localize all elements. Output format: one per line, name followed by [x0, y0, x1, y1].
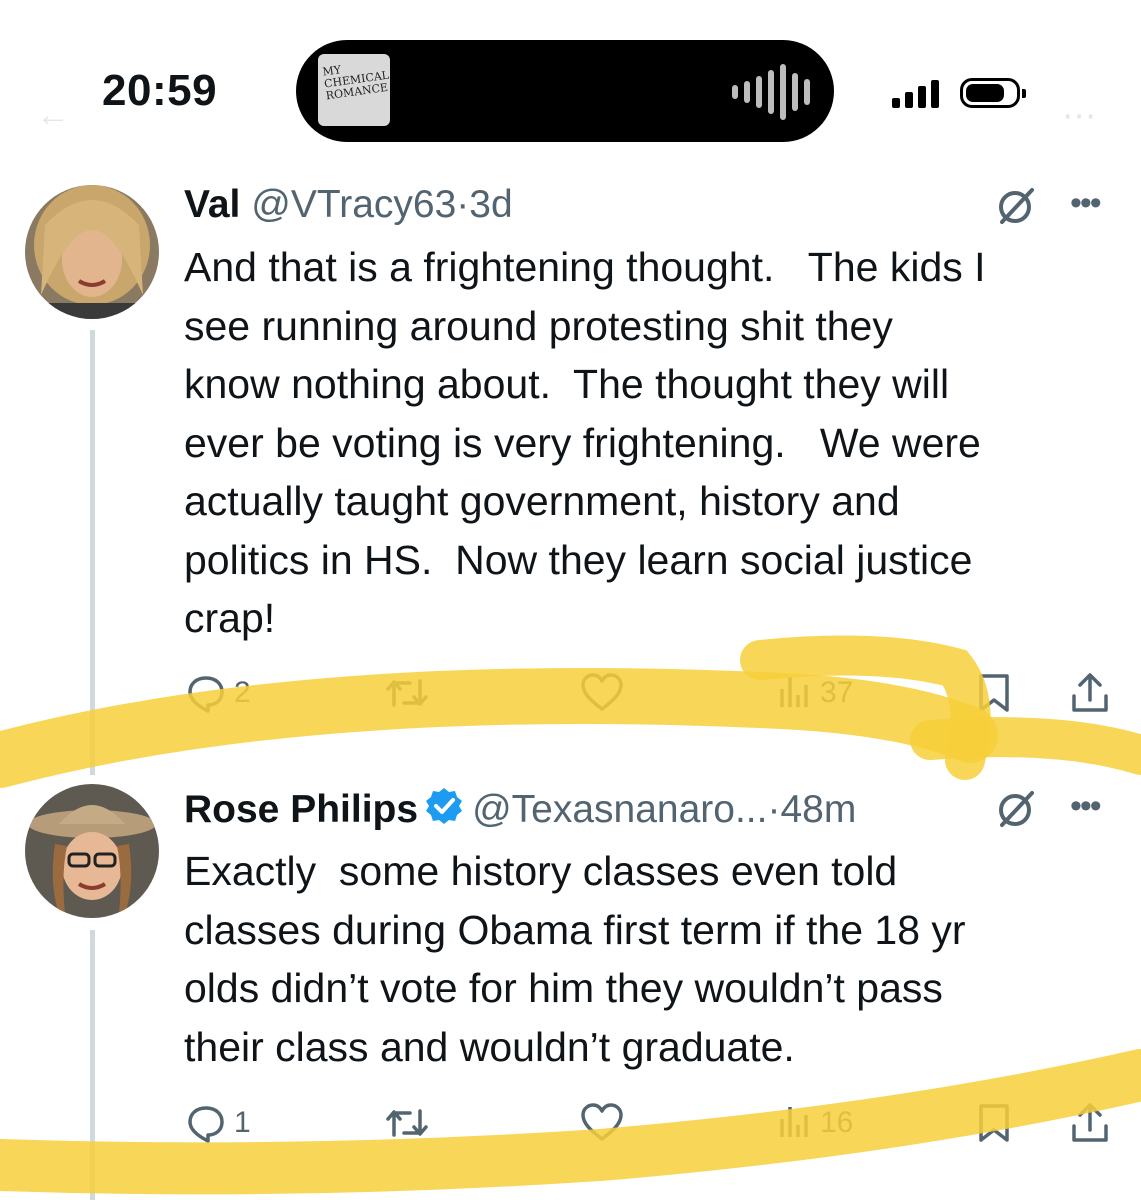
back-arrow-icon[interactable]: ←	[36, 96, 70, 135]
bookmark-icon	[979, 1104, 1009, 1142]
more-options-icon[interactable]: •••	[1070, 787, 1102, 826]
status-time: 20:59	[102, 66, 218, 115]
reply-icon	[188, 1106, 224, 1143]
more-options-icon[interactable]: •••	[1070, 184, 1102, 223]
bookmark-button[interactable]	[976, 668, 1012, 718]
reply-button[interactable]: 1	[186, 1098, 251, 1148]
avatar[interactable]	[25, 784, 159, 918]
thread-line	[90, 930, 95, 1200]
reply-count: 1	[234, 1106, 251, 1139]
reply-icon	[188, 676, 224, 713]
bookmark-icon	[979, 674, 1009, 712]
grok-icon[interactable]	[994, 787, 1038, 831]
timestamp[interactable]: 3d	[469, 183, 512, 226]
waveform-icon	[732, 64, 810, 120]
tweet-text: And that is a frightening thought. The k…	[184, 244, 986, 641]
views-icon	[780, 1107, 808, 1137]
thread-line	[90, 330, 95, 775]
reply-button[interactable]: 2	[186, 668, 251, 718]
signal-bars-icon	[892, 80, 939, 108]
separator-dot: ·	[767, 788, 781, 831]
display-name[interactable]: Rose Philips	[184, 788, 418, 831]
grok-icon[interactable]	[994, 184, 1038, 228]
dynamic-island[interactable]: MY CHEMICAL ROMANCE	[296, 40, 834, 142]
share-icon	[1072, 1103, 1108, 1142]
status-bar: ← 20:59 MY CHEMICAL ROMANCE ⋯	[0, 0, 1141, 150]
user-handle[interactable]: @Texasnanaro...	[472, 788, 767, 831]
reply-count: 2	[234, 676, 251, 709]
separator-dot: ·	[456, 183, 470, 226]
view-count: 16	[820, 1106, 854, 1139]
heart-icon	[581, 1103, 623, 1141]
retweet-icon	[386, 679, 428, 707]
tweet-actions: 2 37	[184, 668, 1114, 718]
avatar[interactable]	[25, 185, 159, 319]
bookmark-button[interactable]	[976, 1098, 1012, 1148]
heart-icon	[581, 673, 623, 711]
retweet-button[interactable]	[384, 668, 438, 718]
album-art-text: MY CHEMICAL ROMANCE	[321, 63, 390, 103]
tweet-actions: 1 16	[184, 1098, 1114, 1148]
timestamp[interactable]: 48m	[780, 788, 856, 831]
retweet-button[interactable]	[384, 1098, 438, 1148]
views-icon	[780, 677, 808, 707]
display-name[interactable]: Val	[184, 183, 240, 226]
retweet-icon	[386, 1109, 428, 1137]
overflow-icon[interactable]: ⋯	[1062, 96, 1096, 136]
share-button[interactable]	[1070, 1098, 1110, 1148]
battery-icon	[960, 78, 1026, 108]
like-button[interactable]	[580, 1098, 632, 1148]
share-icon	[1072, 673, 1108, 712]
tweet-header: Val @VTracy63·3d	[184, 183, 513, 227]
tweet-header: Rose Philips @Texasnanaro...·48m	[184, 786, 856, 832]
tweet-text: Exactly some history classes even told c…	[184, 848, 966, 1070]
like-button[interactable]	[580, 668, 632, 718]
views-button[interactable]: 16	[778, 1098, 853, 1148]
views-button[interactable]: 37	[778, 668, 853, 718]
share-button[interactable]	[1070, 668, 1110, 718]
user-handle[interactable]: @VTracy63	[251, 183, 456, 226]
view-count: 37	[820, 676, 854, 709]
album-art: MY CHEMICAL ROMANCE	[318, 54, 390, 126]
verified-badge-icon	[426, 788, 463, 824]
